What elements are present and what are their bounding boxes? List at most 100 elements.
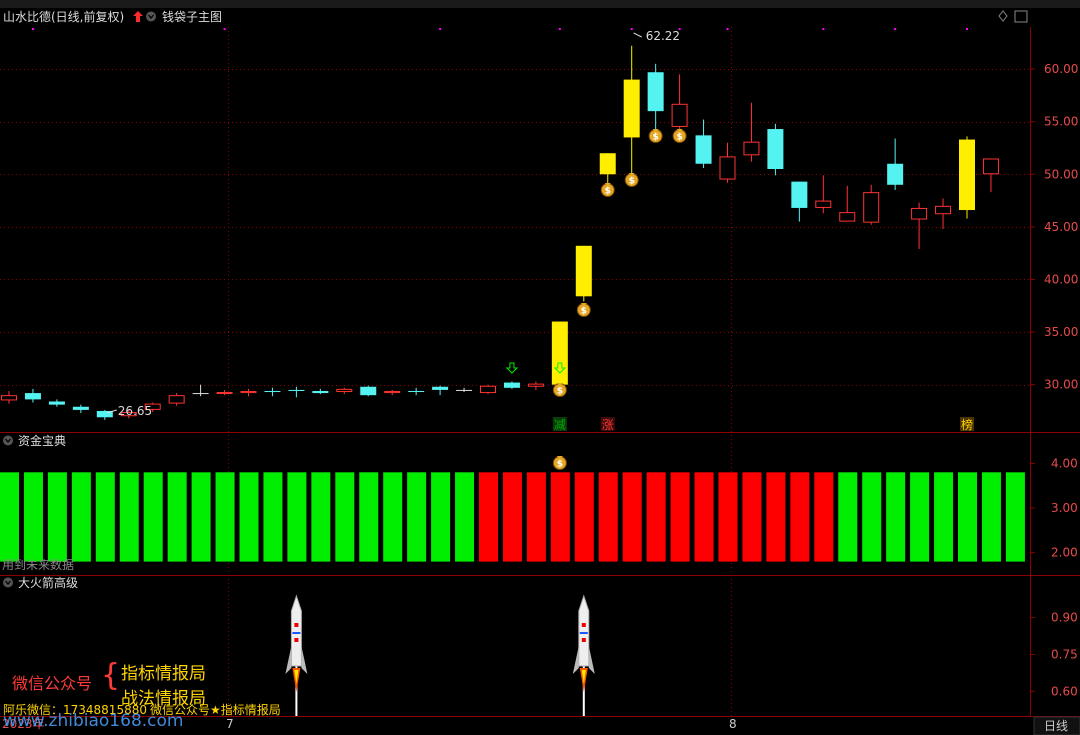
rocket-tick-label: 0.90 [1051,611,1078,625]
fund-bar [71,472,91,562]
fund-bar [143,472,163,562]
candle-body [911,207,928,220]
candle-body [791,181,808,208]
fund-bar [167,472,187,562]
candle-body [168,395,185,404]
fund-bar [574,472,594,562]
rocket-fin [588,646,595,674]
signal-dot [223,28,226,30]
rocket-fin [285,646,292,674]
fund-bar [479,472,498,562]
candle-body [551,321,568,385]
candle-body [935,205,952,215]
fund-bar [119,472,139,562]
candle-body [719,156,736,180]
candle-body [48,401,65,405]
rocket-tick-label: 0.75 [1051,648,1078,662]
money-bag-icon: $ [576,303,591,317]
fund-bag-icon: $ [552,456,567,470]
rocket-icon [285,594,308,716]
candle-body [959,139,975,211]
fund-bar [502,472,522,562]
x-label-month-7: 7 [226,717,234,731]
fund-bar [95,472,115,562]
high-label: 62.22 [646,29,680,43]
rocket-tick-label: 0.60 [1051,684,1078,698]
fund-bar [239,472,259,562]
fund-bar [838,472,858,562]
fund-bar [526,472,546,562]
candle-body [527,383,544,387]
fund-bar [550,472,570,562]
fund-bar [862,472,882,562]
rocket-icon [572,594,595,716]
top-toolbar-strip [0,0,1080,8]
price-tick-label: 30.00 [1044,378,1078,392]
rocket-panel-title: 大火箭高级 [18,575,78,590]
price-tick-label: 35.00 [1044,325,1078,339]
signal-dot [630,28,633,30]
fund-bar [598,472,618,562]
watermark-line1: 指标情报局 [121,664,206,684]
money-bag-symbol: $ [629,177,635,187]
candle-body [264,390,281,393]
rocket-body [578,594,590,667]
rocket-window [581,638,586,642]
candle-body [1,395,17,401]
money-bag-symbol: $ [557,387,563,397]
chevron-down-icon [146,11,156,22]
watermark-wechat-label: 微信公众号 [12,674,93,693]
candle-body [216,392,233,395]
candle-body [192,393,209,395]
fund-tick-label: 2.00 [1051,546,1078,560]
period-tab-label: 日线 [1044,719,1068,733]
rocket-body [290,594,302,667]
candle-body [599,153,616,175]
fund-bar [359,472,379,562]
signal-dot [966,28,968,30]
candle-body [432,386,449,390]
fund-bar [215,472,235,562]
money-bag-symbol: $ [557,460,563,470]
candle-body [695,135,712,164]
rocket-chevron-icon [3,577,13,588]
candle-body [408,390,425,393]
watermark-bracket: { [101,658,121,693]
fund-bar [742,472,762,562]
signal-dot [31,28,34,30]
fund-bar [646,472,666,562]
price-tick-label: 55.00 [1044,115,1078,129]
signal-dot [726,28,729,30]
watermark-wechat: 微信公众号 [12,670,92,694]
fund-bar [981,472,1001,562]
fund-bar [383,472,403,562]
money-bag-symbol: $ [676,133,682,143]
fund-bar [958,472,977,562]
candle-body [623,79,640,138]
candle-body [72,406,89,410]
fund-bar [670,472,690,562]
stock-title: 山水比德(日线,前复权) [3,9,124,24]
stock-chart[interactable]: 山水比德(日线,前复权) 钱袋子主图 60.00 55.00 50.00 45.00 40.… [0,0,1080,735]
rocket-stripe [579,632,588,634]
rocket-window [294,623,299,627]
fund-panel-title: 资金宝典 [18,433,66,448]
price-tick-label: 40.00 [1044,272,1078,286]
low-label: 26.65 [118,404,152,418]
fund-bar [910,472,930,562]
fund-bar [790,472,810,562]
price-tick-label: 60.00 [1044,62,1078,76]
candle-body [815,200,832,208]
green-down-arrow-icon [505,362,519,374]
fund-bar [694,472,714,562]
fund-bar [47,472,67,562]
candle-body [767,129,784,170]
candle-body [575,245,592,297]
indicator-title: 钱袋子主图 [162,9,222,24]
fund-bar [335,472,355,562]
candle-body [503,382,520,388]
fund-tick-label: 3.00 [1051,501,1078,515]
candle-body [456,389,473,391]
rocket-fin [301,646,308,674]
fund-chevron-icon [3,435,13,446]
